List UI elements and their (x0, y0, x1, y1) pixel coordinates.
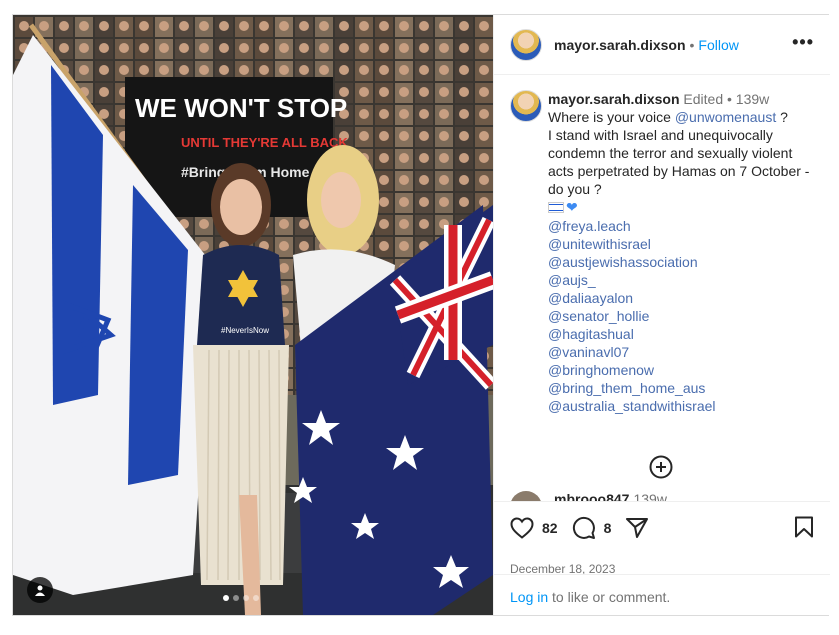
comment-username[interactable]: mbrooo847 (554, 491, 629, 501)
shirt-text: #NeverIsNow (221, 326, 269, 335)
header-separator: • (689, 36, 695, 53)
caption-tag-link[interactable]: @australia_standwithisrael (548, 397, 814, 415)
caption-text: I stand with Israel and unequivocally co… (548, 127, 810, 197)
blue-heart-emoji-icon: ❤ (566, 199, 578, 215)
carousel-dot[interactable] (223, 595, 229, 601)
follow-button[interactable]: Follow (698, 37, 738, 53)
caption: mayor.sarah.dixson Edited • 139w Where i… (510, 90, 814, 415)
caption-body: mayor.sarah.dixson Edited • 139w Where i… (548, 90, 814, 415)
comment-avatar[interactable] (510, 491, 542, 501)
comment-icon[interactable] (572, 516, 596, 540)
avatar[interactable] (510, 28, 542, 61)
caption-question: Where is your voice (548, 109, 675, 125)
caption-separator: • (727, 91, 732, 107)
caption-mention[interactable]: @unwomenaust (675, 109, 776, 125)
next-comment: mbrooo847 139w (510, 491, 810, 501)
caption-edited: Edited (683, 91, 724, 107)
banner-line2: UNTIL THEY'RE ALL BACK (181, 135, 348, 150)
caption-age[interactable]: 139w (736, 91, 769, 107)
caption-tag-link[interactable]: @unitewithisrael (548, 235, 814, 253)
caption-tag-link[interactable]: @freya.leach (548, 217, 814, 235)
login-link[interactable]: Log in (510, 589, 548, 605)
caption-tag-link[interactable]: @vaninavl07 (548, 343, 814, 361)
post-header: mayor.sarah.dixson • Follow ••• (494, 15, 830, 75)
caption-username[interactable]: mayor.sarah.dixson (548, 91, 680, 107)
user-tag-button[interactable] (27, 577, 53, 603)
comment-age: 139w (633, 491, 667, 501)
bookmark-icon[interactable] (794, 516, 814, 538)
comment-count[interactable]: 8 (604, 520, 612, 536)
post-photo[interactable]: WE WON'T STOP UNTIL THEY'RE ALL BACK #Br… (13, 15, 493, 615)
like-count[interactable]: 82 (542, 520, 558, 536)
caption-tag-link[interactable]: @aujs_ (548, 271, 814, 289)
caption-avatar[interactable] (510, 90, 542, 122)
carousel-dot[interactable] (253, 595, 259, 601)
load-more-comments-button[interactable] (649, 455, 673, 484)
post-side-panel: mayor.sarah.dixson • Follow ••• mayor.sa… (493, 15, 830, 615)
banner-line1: WE WON'T STOP (135, 93, 347, 123)
header-username[interactable]: mayor.sarah.dixson (554, 37, 686, 53)
user-tag-icon (35, 585, 45, 596)
caption-tag-link[interactable]: @bring_them_home_aus (548, 379, 814, 397)
action-bar: 82 8 December 18, 2023 Log in to like or… (494, 501, 830, 615)
caption-question-end: ? (776, 109, 788, 125)
add-comment-icon (649, 455, 673, 479)
more-icon[interactable]: ••• (792, 33, 814, 51)
post-frame: WE WON'T STOP UNTIL THEY'RE ALL BACK #Br… (12, 14, 830, 616)
caption-tag-link[interactable]: @bringhomenow (548, 361, 814, 379)
carousel-dot[interactable] (243, 595, 249, 601)
share-icon[interactable] (625, 517, 649, 539)
heart-icon[interactable] (510, 517, 534, 539)
carousel-indicator (223, 595, 259, 601)
caption-emoji: ❤ (548, 198, 578, 216)
comments-section[interactable]: mayor.sarah.dixson Edited • 139w Where i… (494, 76, 830, 501)
caption-tag-link[interactable]: @hagitashual (548, 325, 814, 343)
caption-tag-link[interactable]: @austjewishassociation (548, 253, 814, 271)
carousel-dot[interactable] (233, 595, 239, 601)
caption-tag-list: @freya.leach @unitewithisrael @austjewisha… (548, 217, 814, 415)
caption-tag-link[interactable]: @daliaayalon (548, 289, 814, 307)
caption-tag-link[interactable]: @senator_hollie (548, 307, 814, 325)
photo-illustration: WE WON'T STOP UNTIL THEY'RE ALL BACK #Br… (13, 15, 493, 615)
login-prompt: Log in to like or comment. (494, 574, 830, 616)
login-text: to like or comment. (548, 589, 671, 605)
israel-flag-emoji-icon (548, 201, 564, 213)
